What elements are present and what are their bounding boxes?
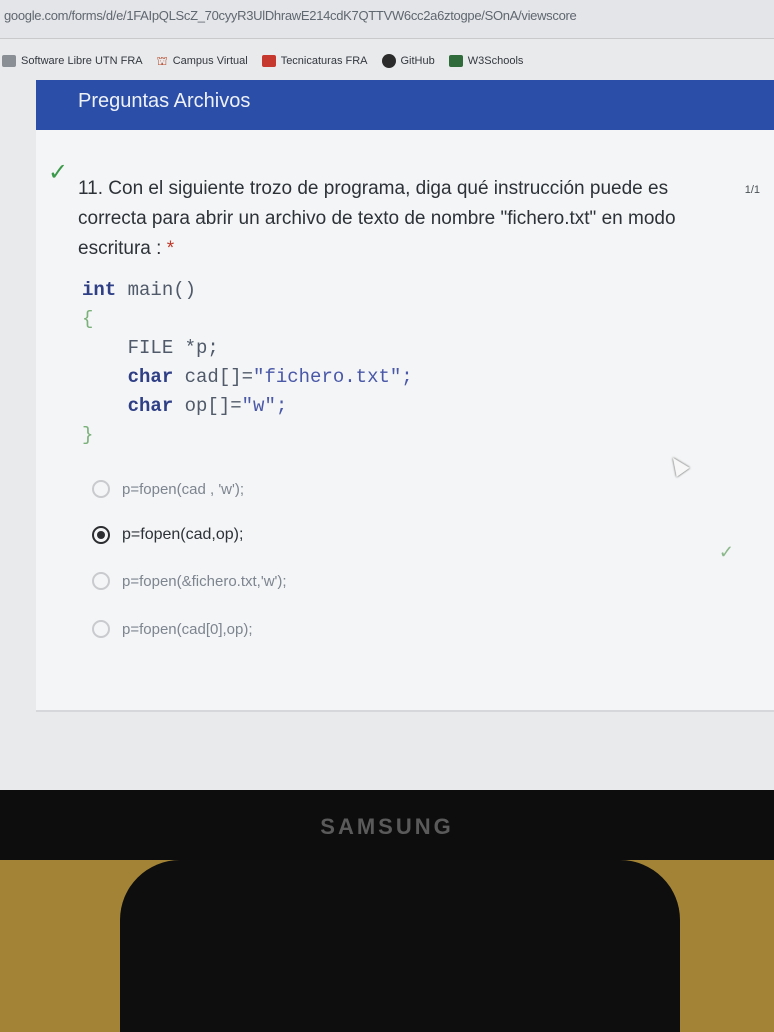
question-score: 1/1 bbox=[744, 184, 760, 196]
radio-button-selected[interactable] bbox=[92, 526, 110, 544]
code-snippet: int main() { FILE *p; char cad[]="ficher… bbox=[82, 276, 413, 450]
radio-button[interactable] bbox=[92, 620, 110, 638]
monitor-screen: google.com/forms/d/e/1FAIpQLScZ_70cyyR3U… bbox=[0, 0, 774, 790]
code-text: op[]= bbox=[173, 395, 242, 417]
red-square-icon bbox=[261, 55, 276, 67]
option-4[interactable]: p=fopen(cad[0],op); bbox=[92, 620, 253, 638]
form-header: Preguntas Archivos bbox=[36, 80, 774, 130]
bookmark-software-libre[interactable]: Software Libre UTN FRA bbox=[2, 55, 143, 67]
code-brace: } bbox=[82, 424, 94, 446]
code-text: FILE *p; bbox=[82, 337, 219, 359]
bookmark-label: Tecnicaturas FRA bbox=[280, 55, 368, 67]
url-text[interactable]: google.com/forms/d/e/1FAIpQLScZ_70cyyR3U… bbox=[4, 8, 577, 23]
mouse-cursor-icon bbox=[666, 453, 690, 477]
option-2[interactable]: p=fopen(cad,op); bbox=[92, 526, 243, 544]
option-1[interactable]: p=fopen(cad , 'w'); bbox=[92, 480, 244, 498]
monitor-stand bbox=[120, 860, 680, 1032]
github-icon bbox=[381, 54, 396, 68]
check-icon: ✓ bbox=[48, 159, 69, 186]
folder-icon bbox=[2, 55, 16, 67]
bookmark-label: Campus Virtual bbox=[172, 55, 248, 67]
w3-icon bbox=[448, 55, 463, 67]
option-label: p=fopen(cad[0],op); bbox=[122, 620, 253, 638]
address-bar[interactable]: google.com/forms/d/e/1FAIpQLScZ_70cyyR3U… bbox=[0, 0, 774, 39]
monitor-bezel: SAMSUNG bbox=[0, 790, 774, 860]
bookmark-label: GitHub bbox=[400, 55, 435, 67]
question-text: 11. Con el siguiente trozo de programa, … bbox=[78, 174, 698, 264]
bookmark-label: Software Libre UTN FRA bbox=[21, 55, 143, 67]
bookmark-w3schools[interactable]: W3Schools bbox=[448, 55, 524, 67]
code-string: "fichero.txt"; bbox=[253, 366, 413, 388]
code-text: main() bbox=[116, 279, 197, 301]
bookmark-campus-virtual[interactable]: ⛫ Campus Virtual bbox=[157, 55, 248, 67]
bookmarks-bar: Software Libre UTN FRA ⛫ Campus Virtual … bbox=[0, 48, 774, 74]
campus-icon: ⛫ bbox=[156, 54, 168, 68]
correct-check-icon: ✓ bbox=[718, 542, 734, 562]
code-text: cad[]= bbox=[173, 366, 254, 388]
option-3[interactable]: p=fopen(&fichero.txt,'w'); bbox=[92, 572, 287, 590]
bookmark-github[interactable]: GitHub bbox=[381, 54, 435, 68]
code-keyword: char bbox=[82, 366, 174, 388]
option-label: p=fopen(cad,op); bbox=[122, 526, 244, 543]
option-label: p=fopen(&fichero.txt,'w'); bbox=[122, 572, 287, 590]
code-keyword: int bbox=[82, 279, 117, 301]
monitor-brand-logo: SAMSUNG bbox=[320, 814, 454, 839]
radio-button[interactable] bbox=[92, 480, 110, 498]
bookmark-label: W3Schools bbox=[467, 55, 524, 67]
required-mark: * bbox=[166, 238, 175, 259]
code-keyword: char bbox=[82, 395, 174, 417]
option-label: p=fopen(cad , 'w'); bbox=[122, 480, 245, 498]
bookmark-tecnicaturas[interactable]: Tecnicaturas FRA bbox=[261, 55, 368, 67]
code-string: "w"; bbox=[241, 395, 288, 417]
code-brace: { bbox=[82, 308, 94, 330]
radio-button[interactable] bbox=[92, 572, 110, 590]
form-title: Preguntas Archivos bbox=[78, 90, 251, 112]
question-card: ✓ 11. Con el siguiente trozo de programa… bbox=[36, 130, 774, 712]
